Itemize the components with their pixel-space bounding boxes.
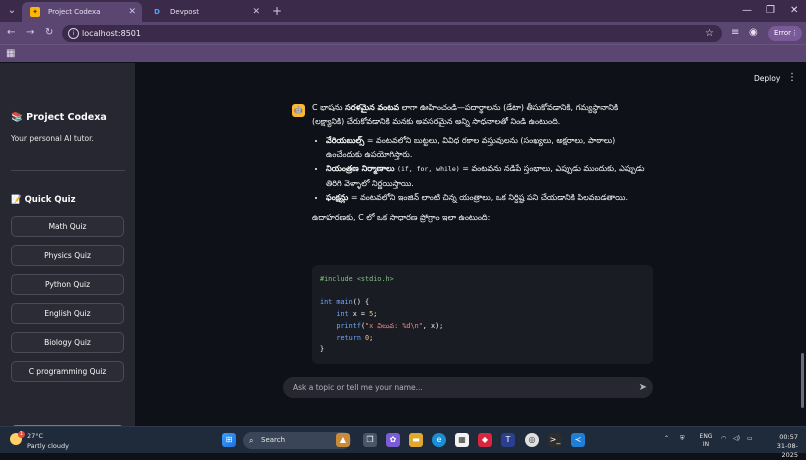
volume-icon[interactable]: ◁) [733,435,740,443]
biology-quiz-button[interactable]: Biology Quiz [11,332,124,353]
app-title: 📚 Project Codexa [11,112,107,123]
brave-icon[interactable]: ◆ [478,433,492,447]
taskbar-search[interactable]: ⌕ Search [243,432,351,449]
weather-description[interactable]: Partly cloudy [27,442,69,450]
tab-search-icon[interactable]: ⌄ [4,3,20,19]
list-item: నియంత్రణ నిర్మాణాలు (if, for, while) = వ… [326,162,652,190]
scrollbar[interactable] [801,353,804,408]
list-item: ఫంక్షన్లు = వంటవలోని ఇంజిన్ లాంటి చిన్న … [326,191,652,205]
send-icon[interactable]: ➤ [639,381,647,394]
deploy-button[interactable]: Deploy [754,74,780,83]
copilot-icon[interactable]: ✿ [386,433,400,447]
apps-grid-icon[interactable]: ▦ [6,48,15,60]
books-icon: 📚 [11,112,23,123]
search-label: Search [261,436,286,444]
language-indicator[interactable]: ENG IN [698,433,714,449]
app-subtitle: Your personal AI tutor. [11,134,94,143]
weather-temperature[interactable]: 27°C [27,432,43,440]
forward-icon[interactable]: → [26,25,34,41]
divider [11,170,125,171]
close-tab-icon[interactable]: ✕ [252,2,260,22]
url-text: localhost:8501 [82,29,141,38]
time: 00:57 [779,433,798,441]
store-icon[interactable]: ▦ [455,433,469,447]
quick-quiz-heading: 📝 Quick Quiz [11,195,76,205]
list-item: వేరియబుల్స్ = వంటవలోని బుట్టలు, వివిధ రక… [326,134,652,161]
chat-input[interactable] [293,377,623,398]
math-quiz-button[interactable]: Math Quiz [11,216,124,237]
extension-icon[interactable]: ◉ [749,26,758,40]
media-controls-icon[interactable]: ≡ [731,26,739,40]
bookmark-star-icon[interactable]: ☆ [705,25,714,42]
wifi-icon[interactable]: ◠ [721,435,726,443]
teams-icon[interactable]: T [501,433,515,447]
restore-icon[interactable]: ❐ [766,3,775,19]
url-field[interactable]: i localhost:8501 ☆ [62,25,722,42]
message-intro: C భాషను సరళమైన వంటవ లాగా ఊహించండి—పదార్థ… [312,103,619,126]
browser-tab-bar: ⌄ ✦ Project Codexa ✕ D Devpost ✕ + — ❐ ✕ [0,0,806,22]
reload-icon[interactable]: ↻ [45,25,53,41]
clock[interactable]: 00:57 31-08-2025 [762,433,798,460]
python-quiz-button[interactable]: Python Quiz [11,274,124,295]
windows-taskbar: 1 27°C Partly cloudy ⊞ ⌕ Search ▲ ❐ ✿ ▬ … [0,426,806,459]
back-icon[interactable]: ← [7,25,15,41]
assistant-avatar: 🤖 [292,104,305,117]
devpost-favicon-icon: D [154,8,160,16]
profile-error-button[interactable]: Error ⋮ [768,26,802,41]
bookmarks-bar: ▦ [0,44,806,62]
battery-icon[interactable]: ▭ [747,435,753,443]
vscode-icon[interactable]: ≺ [571,433,585,447]
minimize-icon[interactable]: — [742,3,752,19]
task-view-icon[interactable]: ❐ [363,433,377,447]
tab-title: Project Codexa [48,8,101,16]
address-bar-row: ← → ↻ i localhost:8501 ☆ ≡ ◉ Error ⋮ [0,22,806,44]
file-explorer-icon[interactable]: ▬ [409,433,423,447]
inline-code: (if, for, while) [397,165,460,173]
date: 31-08-2025 [776,442,798,459]
search-icon: ⌕ [249,436,254,445]
windows-start-icon[interactable]: ⊞ [222,433,236,447]
edge-icon[interactable]: e [432,433,446,447]
sidebar: 📚 Project Codexa Your personal AI tutor.… [0,63,135,426]
notepad-icon: 📝 [11,195,22,205]
widgets-icon[interactable]: ▲ [336,433,350,447]
concept-list: వేరియబుల్స్ = వంటవలోని బుట్టలు, వివిధ రక… [312,134,652,205]
security-icon[interactable]: ⛨ [680,435,685,443]
c-programming-quiz-button[interactable]: C programming Quiz [11,361,124,382]
close-tab-icon[interactable]: ✕ [128,2,136,22]
chrome-icon[interactable]: ◎ [525,433,539,447]
menu-kebab-icon: ⋮ [791,29,798,37]
site-info-icon[interactable]: i [68,28,79,39]
profile-error-label: Error [774,29,792,37]
new-tab-icon[interactable]: + [272,3,282,19]
tray-chevron-icon[interactable]: ⌃ [664,435,669,443]
weather-badge: 1 [18,431,25,438]
chat-input-box: ➤ [283,377,653,398]
terminal-icon[interactable]: >_ [548,433,562,447]
english-quiz-button[interactable]: English Quiz [11,303,124,324]
main-menu-icon[interactable]: ⋮ [787,72,797,83]
code-block[interactable]: #include <stdio.h> int main() { int x = … [312,265,653,364]
tab-title: Devpost [170,8,199,16]
close-window-icon[interactable]: ✕ [790,3,798,19]
main-content: Deploy ⋮ 🤖 C భాషను సరళమైన వంటవ లాగా ఊహిం… [135,63,806,426]
streamlit-favicon-icon: ✦ [30,7,40,17]
tab-project-codexa[interactable]: ✦ Project Codexa ✕ [22,2,142,22]
physics-quiz-button[interactable]: Physics Quiz [11,245,124,266]
example-intro: ఉదాహరణకు, C లో ఒక సాధారణ ప్రోగ్రాం ఇలా ఉ… [312,212,491,222]
tab-devpost[interactable]: D Devpost ✕ [144,2,266,22]
assistant-message: C భాషను సరళమైన వంటవ లాగా ఊహించండి—పదార్థ… [312,101,652,230]
